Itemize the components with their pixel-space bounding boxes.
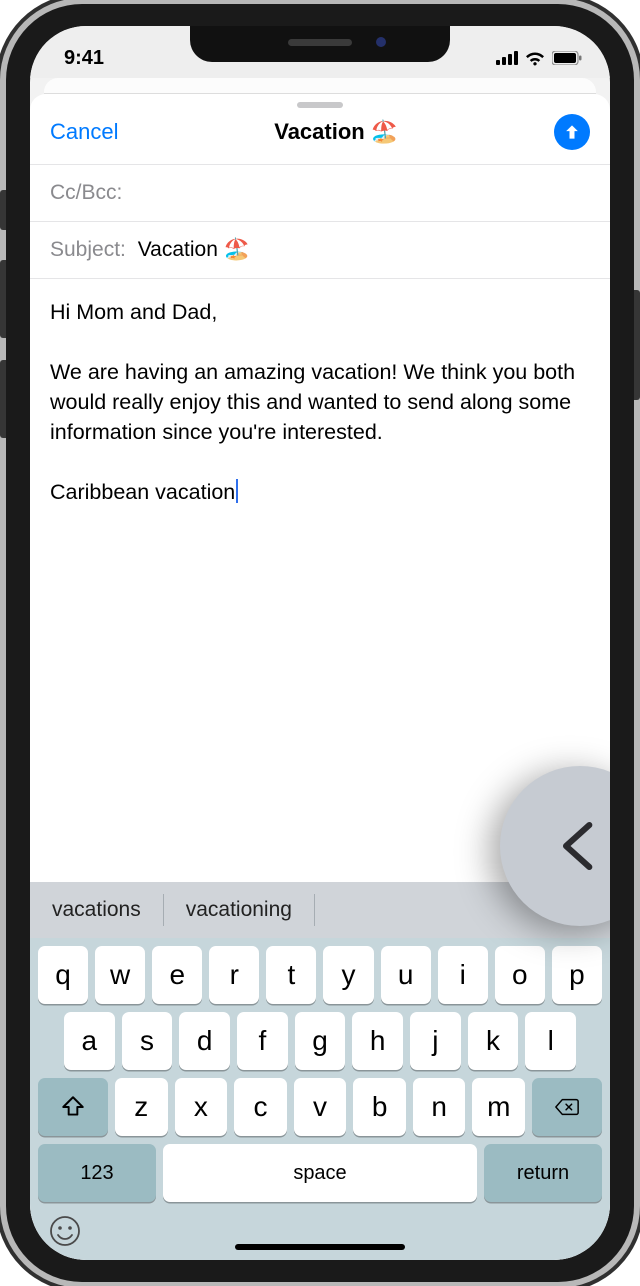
blank-line bbox=[50, 447, 590, 477]
key-row-4: 123 space return bbox=[30, 1136, 610, 1202]
key-y[interactable]: y bbox=[323, 946, 373, 1004]
key-x[interactable]: x bbox=[175, 1078, 228, 1136]
key-q[interactable]: q bbox=[38, 946, 88, 1004]
key-o[interactable]: o bbox=[495, 946, 545, 1004]
key-g[interactable]: g bbox=[295, 1012, 346, 1070]
screen: 9:41 Cancel Vacation 🏖️ Cc/Bcc: bbox=[30, 26, 610, 1260]
subject-field[interactable]: Subject: Vacation 🏖️ bbox=[30, 221, 610, 278]
key-j[interactable]: j bbox=[410, 1012, 461, 1070]
volume-up-button bbox=[0, 260, 6, 338]
power-button bbox=[634, 290, 640, 400]
key-row-1: q w e r t y u i o p bbox=[30, 938, 610, 1004]
shift-icon bbox=[60, 1094, 86, 1120]
key-t[interactable]: t bbox=[266, 946, 316, 1004]
battery-icon bbox=[552, 51, 582, 65]
prediction-2[interactable]: vacationing bbox=[164, 894, 315, 926]
body-paragraph: We are having an amazing vacation! We th… bbox=[50, 357, 590, 447]
notch bbox=[190, 26, 450, 62]
key-v[interactable]: v bbox=[294, 1078, 347, 1136]
key-r[interactable]: r bbox=[209, 946, 259, 1004]
status-time: 9:41 bbox=[64, 47, 104, 70]
body-greeting: Hi Mom and Dad, bbox=[50, 297, 590, 327]
key-s[interactable]: s bbox=[122, 1012, 173, 1070]
backspace-key[interactable] bbox=[532, 1078, 602, 1136]
message-body[interactable]: Hi Mom and Dad, We are having an amazing… bbox=[30, 278, 610, 525]
key-a[interactable]: a bbox=[64, 1012, 115, 1070]
subject-value: Vacation 🏖️ bbox=[138, 238, 250, 261]
key-b[interactable]: b bbox=[353, 1078, 406, 1136]
background-card bbox=[44, 78, 596, 94]
key-i[interactable]: i bbox=[438, 946, 488, 1004]
prediction-1[interactable]: vacations bbox=[30, 894, 164, 926]
emoji-key-icon[interactable] bbox=[48, 1214, 82, 1248]
subject-label: Subject: bbox=[50, 238, 126, 261]
compose-title: Vacation 🏖️ bbox=[274, 119, 398, 145]
key-n[interactable]: n bbox=[413, 1078, 466, 1136]
cancel-button[interactable]: Cancel bbox=[50, 119, 118, 145]
key-row-2: a s d f g h j k l bbox=[30, 1004, 610, 1070]
arrow-up-icon bbox=[562, 122, 582, 142]
keyboard: vacations vacationing q w e r t y u i o … bbox=[30, 882, 610, 1260]
send-button[interactable] bbox=[554, 114, 590, 150]
compose-sheet: Cancel Vacation 🏖️ Cc/Bcc: Subject: Vaca… bbox=[30, 94, 610, 1260]
key-u[interactable]: u bbox=[381, 946, 431, 1004]
front-camera bbox=[376, 37, 386, 47]
key-z[interactable]: z bbox=[115, 1078, 168, 1136]
space-key[interactable]: space bbox=[163, 1144, 477, 1202]
key-row-3: z x c v b n m bbox=[30, 1070, 610, 1136]
backspace-icon bbox=[554, 1094, 580, 1120]
shift-key[interactable] bbox=[38, 1078, 108, 1136]
blank-line bbox=[50, 327, 590, 357]
keyboard-footer bbox=[30, 1202, 610, 1248]
speaker bbox=[288, 39, 352, 46]
key-d[interactable]: d bbox=[179, 1012, 230, 1070]
status-icons bbox=[496, 50, 582, 66]
home-indicator[interactable] bbox=[235, 1244, 405, 1250]
key-f[interactable]: f bbox=[237, 1012, 288, 1070]
wifi-icon bbox=[524, 50, 546, 66]
text-cursor bbox=[236, 479, 238, 503]
sheet-grabber[interactable] bbox=[297, 102, 343, 108]
compose-nav: Cancel Vacation 🏖️ bbox=[30, 112, 610, 164]
mute-switch bbox=[0, 190, 6, 230]
return-key[interactable]: return bbox=[484, 1144, 602, 1202]
key-m[interactable]: m bbox=[472, 1078, 525, 1136]
chevron-left-icon bbox=[552, 818, 608, 874]
iphone-device-frame: 9:41 Cancel Vacation 🏖️ Cc/Bcc: bbox=[0, 0, 640, 1286]
key-h[interactable]: h bbox=[352, 1012, 403, 1070]
key-e[interactable]: e bbox=[152, 946, 202, 1004]
key-w[interactable]: w bbox=[95, 946, 145, 1004]
body-line2: Caribbean vacation bbox=[50, 480, 235, 504]
key-l[interactable]: l bbox=[525, 1012, 576, 1070]
key-p[interactable]: p bbox=[552, 946, 602, 1004]
volume-down-button bbox=[0, 360, 6, 438]
key-k[interactable]: k bbox=[468, 1012, 519, 1070]
body-line2-wrap: Caribbean vacation bbox=[50, 477, 590, 507]
key-c[interactable]: c bbox=[234, 1078, 287, 1136]
cellular-icon bbox=[496, 51, 518, 65]
ccbcc-field[interactable]: Cc/Bcc: bbox=[30, 164, 610, 221]
numbers-key[interactable]: 123 bbox=[38, 1144, 156, 1202]
ccbcc-label: Cc/Bcc: bbox=[50, 181, 122, 204]
